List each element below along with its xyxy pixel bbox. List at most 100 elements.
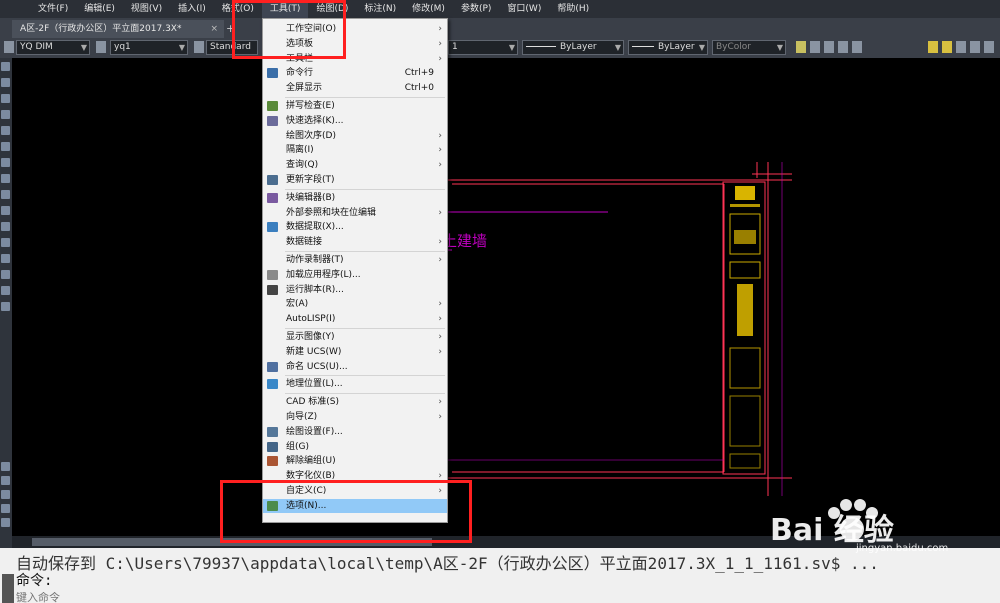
group-icon (267, 441, 278, 452)
table-tool-icon[interactable] (1, 270, 10, 279)
scale-tool-icon[interactable] (1, 504, 10, 513)
menu-option-label: 命名 UCS(U)... (286, 361, 348, 372)
submenu-arrow-icon: › (438, 38, 442, 49)
layer-dropdown-icon[interactable] (984, 41, 994, 53)
mtext-tool-icon[interactable] (1, 286, 10, 295)
submenu-arrow-icon: › (438, 346, 442, 357)
menu-separator (285, 251, 445, 252)
menu-option[interactable]: 显示图像(Y) › (263, 330, 447, 344)
layer-combo[interactable]: yq1 ▼ (110, 40, 188, 55)
menu-option-label: 查询(Q) (286, 160, 319, 171)
menu-option[interactable]: 命令行 Ctrl+9 (263, 66, 447, 80)
layer-state-combo[interactable]: 1 ▼ (448, 40, 518, 55)
menu-separator (285, 97, 445, 98)
menu-option[interactable]: 新建 UCS(W) › (263, 345, 447, 359)
region-tool-icon[interactable] (1, 254, 10, 263)
array-tool-icon[interactable] (1, 518, 10, 527)
menu-option[interactable]: 更新字段(T) (263, 173, 447, 187)
copy-tool-icon[interactable] (1, 462, 10, 471)
menu-item[interactable]: 视图(V) (123, 0, 170, 18)
menu-option[interactable]: 隔离(I) › (263, 143, 447, 157)
menu-option-label: 动作录制器(T) (286, 255, 344, 265)
menu-separator (285, 393, 445, 395)
make-current-icon[interactable] (824, 41, 834, 53)
menu-option[interactable]: 数据提取(X)... (263, 220, 447, 234)
menu-option[interactable]: 查询(Q) › (263, 158, 447, 172)
menu-item[interactable]: 参数(P) (453, 0, 499, 18)
menu-option[interactable]: 运行脚本(R)... (263, 283, 447, 297)
submenu-arrow-icon: › (438, 130, 442, 141)
layer-previous-icon[interactable] (810, 41, 820, 53)
lineweight-combo[interactable]: ByLayer ▼ (628, 40, 708, 55)
menu-item[interactable]: 编辑(E) (76, 0, 123, 18)
menu-item[interactable]: 插入(I) (170, 0, 214, 18)
menu-item[interactable]: 修改(M) (404, 0, 453, 18)
menu-option[interactable]: CAD 标准(S) › (263, 395, 447, 409)
close-tab-icon[interactable]: × (210, 20, 218, 38)
gradient-tool-icon[interactable] (1, 238, 10, 247)
ellipse-tool-icon[interactable] (1, 174, 10, 183)
title-bar-1 (730, 204, 760, 207)
menu-option[interactable]: 解除编组(U) (263, 454, 447, 468)
lock-icon[interactable] (956, 41, 966, 53)
dimension-style-icon (4, 41, 14, 53)
logo-mark (735, 186, 755, 200)
menu-item[interactable]: 文件(F) (30, 0, 76, 18)
command-input[interactable] (16, 592, 416, 603)
plotstyle-value: ByColor (716, 42, 751, 52)
polygon-tool-icon[interactable] (1, 110, 10, 119)
match-layer-icon[interactable] (838, 41, 848, 53)
text-tool-icon[interactable] (1, 302, 10, 311)
document-tab[interactable]: A区-2F（行政办公区）平立面2017.3X* × (12, 20, 224, 38)
hatch-tool-icon[interactable] (1, 222, 10, 231)
command-window-icons[interactable] (2, 574, 14, 603)
circle-tool-icon[interactable] (1, 142, 10, 151)
spline-tool-icon[interactable] (1, 158, 10, 167)
block-tool-icon[interactable] (1, 190, 10, 199)
menu-separator (285, 375, 445, 377)
arc-tool-icon[interactable] (1, 94, 10, 103)
drawing-canvas[interactable]: 土建墙 (12, 58, 1000, 536)
menu-option[interactable]: 绘图次序(D) › (263, 129, 447, 143)
document-tab-label: A区-2F（行政办公区）平立面2017.3X* (20, 24, 182, 34)
layer-properties-icon[interactable] (796, 41, 806, 53)
menu-option[interactable]: 拼写检查(E) (263, 99, 447, 113)
lightbulb-icon[interactable] (928, 41, 938, 53)
menu-option[interactable]: 全屏显示 Ctrl+0 (263, 81, 447, 95)
ungroup-icon (267, 456, 278, 467)
menu-option[interactable]: 数据链接 › (263, 235, 447, 249)
polyline-tool-icon[interactable] (1, 78, 10, 87)
menu-item[interactable]: 标注(N) (356, 0, 404, 18)
move-tool-icon[interactable] (1, 476, 10, 485)
menu-option[interactable]: 向导(Z) › (263, 410, 447, 424)
rotate-tool-icon[interactable] (1, 490, 10, 499)
menu-item[interactable]: 帮助(H) (549, 0, 597, 18)
linetype-combo[interactable]: ByLayer ▼ (522, 40, 624, 55)
menu-option[interactable]: 地理位置(L)... (263, 377, 447, 391)
dimstyle-combo[interactable]: YQ DIM ▼ (16, 40, 90, 55)
command-history: 自动保存到 C:\Users\79937\appdata\local\temp\… (16, 554, 879, 573)
menu-option[interactable]: 宏(A) › (263, 297, 447, 311)
named-ucs-icon (267, 361, 278, 372)
line-tool-icon[interactable] (1, 62, 10, 71)
menu-separator (285, 328, 445, 329)
menu-item[interactable]: 窗口(W) (499, 0, 549, 18)
menu-option[interactable]: 块编辑器(B) (263, 191, 447, 205)
sun-icon[interactable] (942, 41, 952, 53)
color-square-icon[interactable] (970, 41, 980, 53)
menu-option[interactable]: 组(G) (263, 440, 447, 454)
point-tool-icon[interactable] (1, 206, 10, 215)
plotstyle-combo[interactable]: ByColor ▼ (712, 40, 786, 55)
menu-option[interactable]: 命名 UCS(U)... (263, 360, 447, 374)
menu-option[interactable]: 外部参照和块在位编辑 › (263, 206, 447, 220)
rectangle-tool-icon[interactable] (1, 126, 10, 135)
dimstyle-value: YQ DIM (20, 42, 53, 52)
info-box-2 (729, 395, 761, 447)
menu-option[interactable]: 加载应用程序(L)... (263, 268, 447, 282)
layer-isolate-icon[interactable] (852, 41, 862, 53)
menu-option-label: 运行脚本(R)... (286, 284, 344, 295)
menu-option[interactable]: 绘图设置(F)... (263, 425, 447, 439)
menu-option[interactable]: 快速选择(K)... (263, 114, 447, 128)
menu-option[interactable]: 动作录制器(T) › (263, 253, 447, 267)
menu-option[interactable]: AutoLISP(I) › (263, 312, 447, 326)
